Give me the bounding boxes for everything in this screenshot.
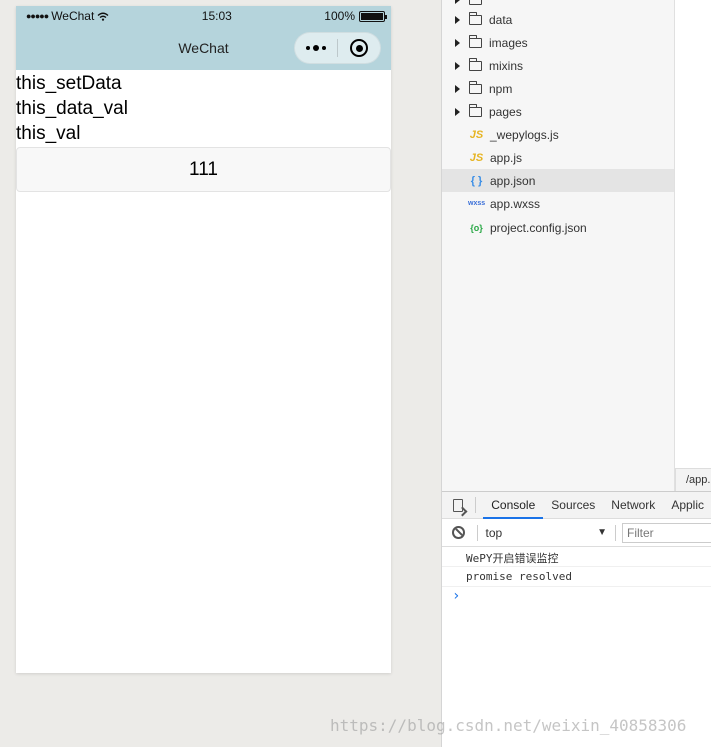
text-line: this_setData xyxy=(16,73,122,94)
divider xyxy=(476,524,478,541)
caret-right-icon xyxy=(455,61,460,70)
context-value: top xyxy=(485,525,503,540)
tree-file-wepylogs[interactable]: JS _wepylogs.js xyxy=(442,123,674,146)
tab-console[interactable]: Console xyxy=(483,491,544,519)
wifi-icon xyxy=(97,12,109,21)
config-file-icon: {o} xyxy=(470,222,483,233)
watermark: https://blog.csdn.net/weixin_40858306 xyxy=(330,716,687,735)
console-toolbar: top ▼ xyxy=(442,519,711,547)
tree-file-project-config[interactable]: {o} project.config.json xyxy=(442,216,674,239)
tree-file-app-js[interactable]: JS app.js xyxy=(442,146,674,169)
value-button[interactable]: 111 xyxy=(16,147,391,192)
tab-sources[interactable]: Sources xyxy=(543,491,603,519)
status-time: 15:03 xyxy=(201,9,232,23)
folder-icon xyxy=(469,11,482,25)
tree-label: app.js xyxy=(490,150,523,165)
text-line: this_val xyxy=(16,123,81,144)
tree-label: images xyxy=(489,35,528,50)
divider xyxy=(474,497,476,513)
log-entry: WePY开启错误监控 xyxy=(442,547,711,567)
console-prompt-icon[interactable]: › xyxy=(442,587,711,605)
dropdown-arrow-icon: ▼ xyxy=(597,527,608,538)
capsule-menu xyxy=(294,32,381,64)
devtools-tab-bar: Console Sources Network Applic xyxy=(442,491,711,519)
signal-icon: ●●●●● xyxy=(26,11,49,21)
editor-area xyxy=(675,0,711,491)
tree-label: mixins xyxy=(489,58,524,73)
clear-console-icon[interactable] xyxy=(452,526,465,539)
tab-application[interactable]: Applic xyxy=(663,491,711,519)
simulator-area: ●●●●● WeChat 15:03 100% WeChat this_setD… xyxy=(0,0,441,747)
tree-folder-data[interactable]: data xyxy=(442,8,674,31)
nav-bar: WeChat xyxy=(16,26,391,70)
more-icon[interactable] xyxy=(295,33,337,63)
folder-icon xyxy=(469,103,482,117)
inspect-element-icon[interactable] xyxy=(453,498,463,512)
wxss-file-icon: wxss xyxy=(468,200,486,207)
tree-label: app.wxss xyxy=(490,196,541,211)
tree-file-app-wxss[interactable]: wxss app.wxss xyxy=(442,192,674,215)
caret-right-icon xyxy=(455,107,460,116)
devtools-panel: data images mixins npm pages JS _wepylog… xyxy=(441,0,711,747)
tree-folder-mixins[interactable]: mixins xyxy=(442,54,674,77)
caret-right-icon xyxy=(455,15,460,24)
carrier-label: WeChat xyxy=(51,9,95,23)
file-tree: data images mixins npm pages JS _wepylog… xyxy=(442,0,675,491)
filter-input[interactable] xyxy=(622,522,711,543)
close-miniprogram-icon[interactable] xyxy=(338,33,380,63)
js-file-icon: JS xyxy=(469,151,484,164)
tree-folder-pages[interactable]: pages xyxy=(442,100,674,123)
tree-label: pages xyxy=(489,104,522,119)
js-file-icon: JS xyxy=(469,128,484,141)
tree-file-app-json[interactable]: { } app.json xyxy=(442,169,674,192)
page-content: this_setData this_data_val this_val 111 xyxy=(16,70,391,192)
folder-icon xyxy=(469,34,482,48)
nav-title: WeChat xyxy=(178,40,229,56)
caret-right-icon xyxy=(455,38,460,47)
status-bar: ●●●●● WeChat 15:03 100% xyxy=(16,6,391,26)
divider xyxy=(615,524,616,541)
console-log: WePY开启错误监控 promise resolved › xyxy=(442,547,711,605)
tree-label: app.json xyxy=(490,173,536,188)
tree-folder-npm[interactable]: npm xyxy=(442,77,674,100)
phone-screen: ●●●●● WeChat 15:03 100% WeChat this_setD… xyxy=(16,6,391,673)
folder-icon xyxy=(469,80,482,94)
json-file-icon: { } xyxy=(470,174,483,187)
tree-label: data xyxy=(489,12,513,27)
caret-right-icon xyxy=(455,84,460,93)
battery-icon xyxy=(359,10,387,22)
folder-icon xyxy=(469,57,482,71)
folder-icon xyxy=(469,0,482,5)
text-line: this_data_val xyxy=(16,98,128,119)
tree-label: npm xyxy=(489,81,513,96)
editor-tab[interactable]: /app. xyxy=(675,468,711,491)
tab-network[interactable]: Network xyxy=(603,491,663,519)
tree-label: project.config.json xyxy=(490,220,587,235)
battery-percent: 100% xyxy=(324,9,355,23)
tree-label: _wepylogs.js xyxy=(490,127,559,142)
tree-folder-images[interactable]: images xyxy=(442,31,674,54)
context-select[interactable]: top ▼ xyxy=(486,523,608,543)
log-entry: promise resolved xyxy=(442,567,711,587)
